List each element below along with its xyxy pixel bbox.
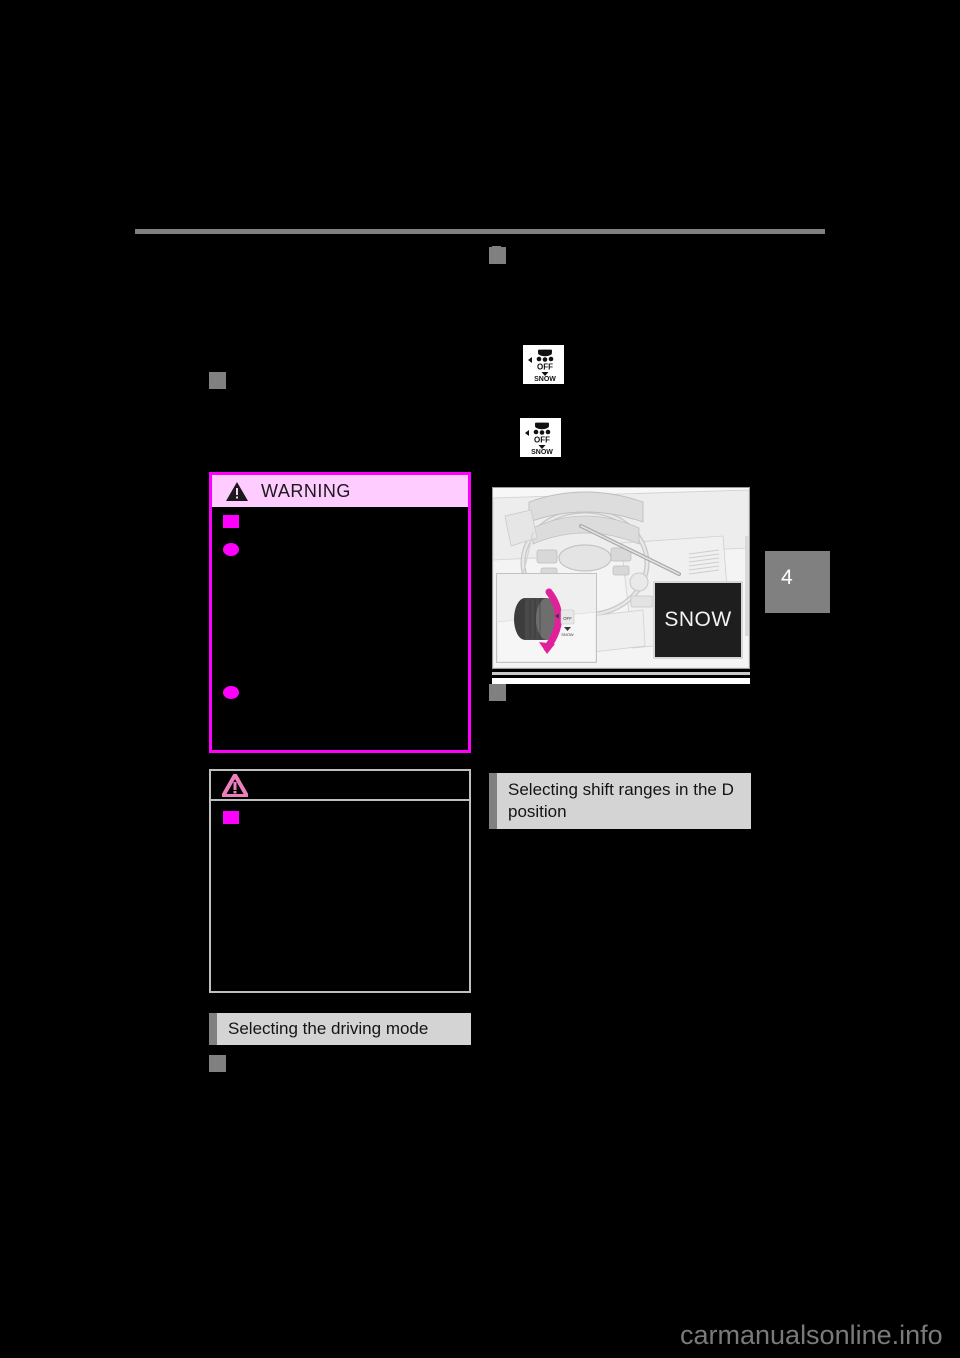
snow-mode-display-label: SNOW: [664, 608, 732, 631]
heading-selecting-the-driving-mode-label: Selecting the driving mode: [228, 1019, 429, 1039]
heading-selecting-shift-ranges: Selecting shift ranges in the D position: [489, 773, 751, 829]
notice-box: [209, 769, 471, 993]
svg-text:OFF: OFF: [563, 616, 572, 621]
chapter-tab: 4: [765, 551, 830, 613]
warning-title: WARNING: [261, 480, 351, 501]
warning-square-marker: [223, 515, 239, 528]
notice-header: [211, 771, 469, 801]
right-section-bullet: [489, 247, 506, 264]
left-subsection-bullet: [209, 1055, 226, 1072]
warning-body: [212, 507, 468, 750]
heading-selecting-the-driving-mode: Selecting the driving mode: [209, 1013, 471, 1045]
svg-text:OFF: OFF: [537, 362, 553, 371]
manual-page: WARNING Selecting the driving mode OFF S…: [0, 0, 960, 1358]
heading-selecting-shift-ranges-label: Selecting shift ranges in the D position: [508, 780, 734, 821]
warning-bullet-marker-2: [223, 686, 239, 699]
warning-triangle-icon: [225, 481, 249, 502]
notice-square-marker: [223, 811, 239, 824]
svg-text:OFF: OFF: [534, 435, 550, 444]
chapter-edge-strip: [745, 536, 749, 636]
vsc-off-snow-switch-icon-1: OFF SNOW: [523, 345, 564, 384]
svg-text:SNOW: SNOW: [531, 449, 553, 456]
vsc-off-snow-switch-icon-2: OFF SNOW: [520, 418, 561, 457]
site-watermark: carmanualsonline.info: [680, 1320, 943, 1350]
warning-box: WARNING: [209, 472, 471, 753]
dashboard-snow-mode-illustration: OFF SNOW SNOW: [492, 487, 750, 669]
illustration-caption-rule-white: [492, 678, 750, 684]
warning-bullet-marker-1: [223, 543, 239, 556]
svg-text:SNOW: SNOW: [561, 632, 574, 637]
right-subsection-bullet: [489, 684, 506, 701]
warning-header: WARNING: [212, 475, 468, 507]
illustration-caption-rule: [492, 672, 750, 675]
page-top-rule: [135, 229, 825, 234]
notice-triangle-icon: [222, 773, 248, 797]
left-section-bullet: [209, 372, 226, 389]
svg-text:SNOW: SNOW: [534, 376, 556, 383]
snow-mode-display: SNOW: [653, 581, 743, 659]
snow-mode-knob-callout: OFF SNOW: [496, 573, 597, 663]
chapter-tab-number: 4: [781, 566, 793, 589]
